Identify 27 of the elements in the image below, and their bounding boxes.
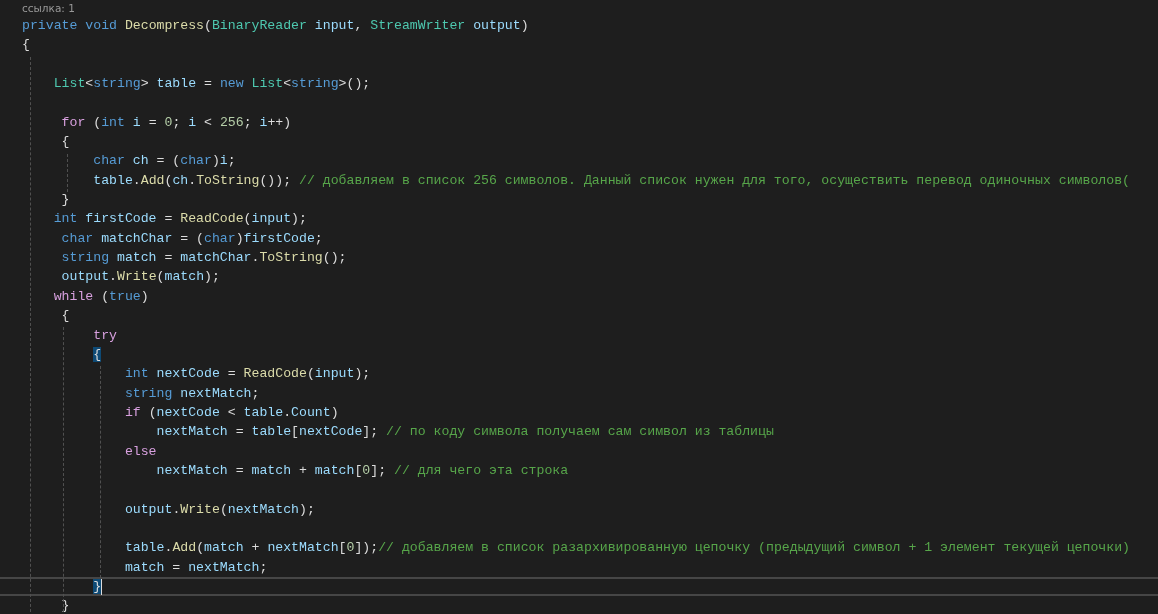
code-line: char ch = (char)i; (92, 152, 236, 171)
code-line: { (22, 36, 30, 55)
code-line: char matchChar = (char)firstCode; (60, 229, 323, 248)
code-line: match = nextMatch; (123, 558, 268, 577)
code-line: { (60, 307, 70, 326)
code-line: nextMatch = match + match[0]; // для чего эта строка (155, 461, 569, 480)
code-line: int firstCode = ReadCode(input); (52, 210, 307, 229)
code-line: private void Decompress(BinaryReader input, StreamWriter output) (22, 17, 529, 35)
code-line: { (60, 133, 70, 152)
code-line: for (int i = 0; i < 256; i++) (60, 113, 292, 132)
code-line: table.Add(ch.ToString()); // добавляем в список 256 символов. Данный список нужен для того, осуществить перевод одиночных символов( (92, 171, 1130, 190)
code-editor[interactable] (0, 0, 1158, 614)
code-line: } (60, 191, 70, 210)
code-line: else (123, 442, 157, 461)
code-line: output.Write(match); (60, 268, 220, 287)
code-line: nextMatch = table[nextCode]; // по коду символа получаем сам символ из таблицы (155, 423, 774, 442)
code-line: int nextCode = ReadCode(input); (123, 365, 371, 384)
code-line: List<string> table = new List<string>(); (52, 75, 371, 94)
code-line: string match = matchChar.ToString(); (60, 249, 347, 268)
code-line: output.Write(nextMatch); (123, 500, 315, 519)
code-line: try (92, 326, 117, 345)
code-line: table.Add(match + nextMatch[0]);// добавляем в список разархивированную цепочку (предыдущий символ + 1 элемент текущей цепочки) (123, 539, 1130, 558)
code-line: string nextMatch; (123, 384, 260, 403)
text-cursor (101, 578, 103, 595)
code-line: if (nextCode < table.Count) (123, 403, 339, 422)
code-line: while (true) (52, 287, 149, 306)
reference-count-link[interactable]: ссылка: 1 (22, 0, 1158, 16)
